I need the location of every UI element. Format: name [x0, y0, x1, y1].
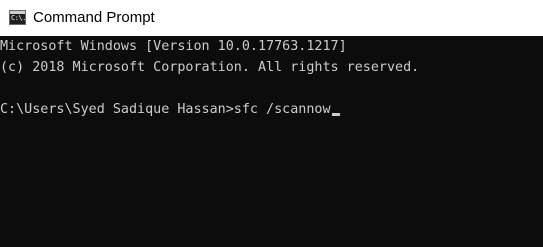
console-line-version: Microsoft Windows [Version 10.0.17763.12… [0, 39, 347, 54]
cmd-icon[interactable]: C:\. [9, 10, 26, 25]
command-line[interactable]: C:\Users\Syed Sadique Hassan>sfc /scanno… [0, 102, 340, 118]
console-line-copyright: (c) 2018 Microsoft Corporation. All righ… [0, 60, 420, 75]
prompt-text: C:\Users\Syed Sadique Hassan> [0, 102, 234, 117]
command-prompt-window: C:\. Command Prompt Microsoft Windows [V… [0, 0, 543, 247]
window-title: Command Prompt [33, 9, 155, 26]
console-area[interactable]: Microsoft Windows [Version 10.0.17763.12… [0, 36, 543, 247]
command-text[interactable]: sfc /scannow [234, 102, 331, 117]
text-cursor [331, 113, 340, 116]
title-bar[interactable]: C:\. Command Prompt [0, 0, 543, 36]
cmd-icon-glyph: C:\. [11, 14, 26, 22]
